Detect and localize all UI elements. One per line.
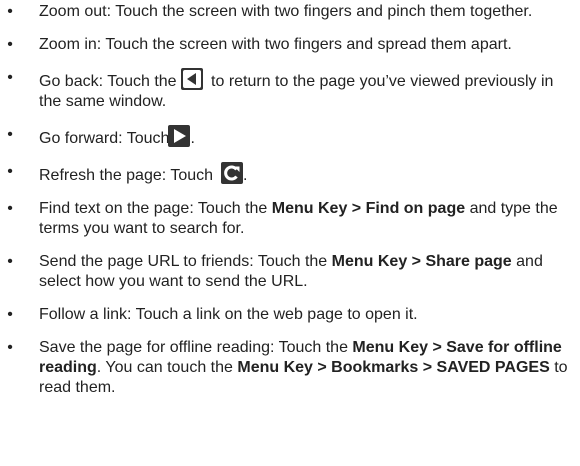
bullet: • [7,36,13,53]
item-text: Zoom out: Touch the screen with two fing… [39,3,533,20]
item-text: Follow a link: Touch a link on the web p… [39,306,418,323]
list-item-zoom-in: • Zoom in: Touch the screen with two fin… [0,35,580,55]
item-text: Zoom in: Touch the screen with two finge… [39,36,512,53]
item-text: Go back: Touch the [39,73,177,90]
list-item-send-url: • Send the page URL to friends: Touch th… [0,252,580,292]
item-text: Send the page URL to friends: Touch the [39,253,332,270]
bullet: • [7,200,13,217]
list-item-follow-link: • Follow a link: Touch a link on the web… [0,305,580,325]
list-item-zoom-out: • Zoom out: Touch the screen with two fi… [0,2,580,22]
bullet: • [7,163,13,180]
bullet: • [7,253,13,270]
instruction-list: • Zoom out: Touch the screen with two fi… [0,0,580,398]
bullet: • [7,69,13,86]
back-arrow-icon [180,68,203,90]
item-text: Go forward: Touch [39,130,170,147]
bullet: • [7,126,13,143]
forward-arrow-icon [168,125,191,147]
list-item-refresh: • Refresh the page: Touch. [0,162,580,186]
menu-path: Menu Key > Share page [331,253,512,270]
item-text: Save the page for offline reading: Touch… [39,339,353,356]
list-item-find-text: • Find text on the page: Touch the Menu … [0,199,580,239]
list-item-save-offline: • Save the page for offline reading: Tou… [0,338,580,398]
refresh-icon [221,162,244,184]
item-text: Find text on the page: Touch the [39,200,272,217]
list-item-go-back: • Go back: Touch the to return to the pa… [0,68,580,112]
item-text: . [190,130,195,147]
bullet: • [7,306,13,323]
bullet: • [7,339,13,356]
item-text: . [243,167,248,184]
menu-path: Menu Key > Bookmarks > SAVED PAGES [237,359,550,376]
menu-path: Menu Key > Find on page [271,200,466,217]
item-text: . You can touch the [96,359,238,376]
item-text: Refresh the page: Touch [39,167,214,184]
list-item-go-forward: • Go forward: Touch. [0,125,580,149]
bullet: • [7,3,13,20]
